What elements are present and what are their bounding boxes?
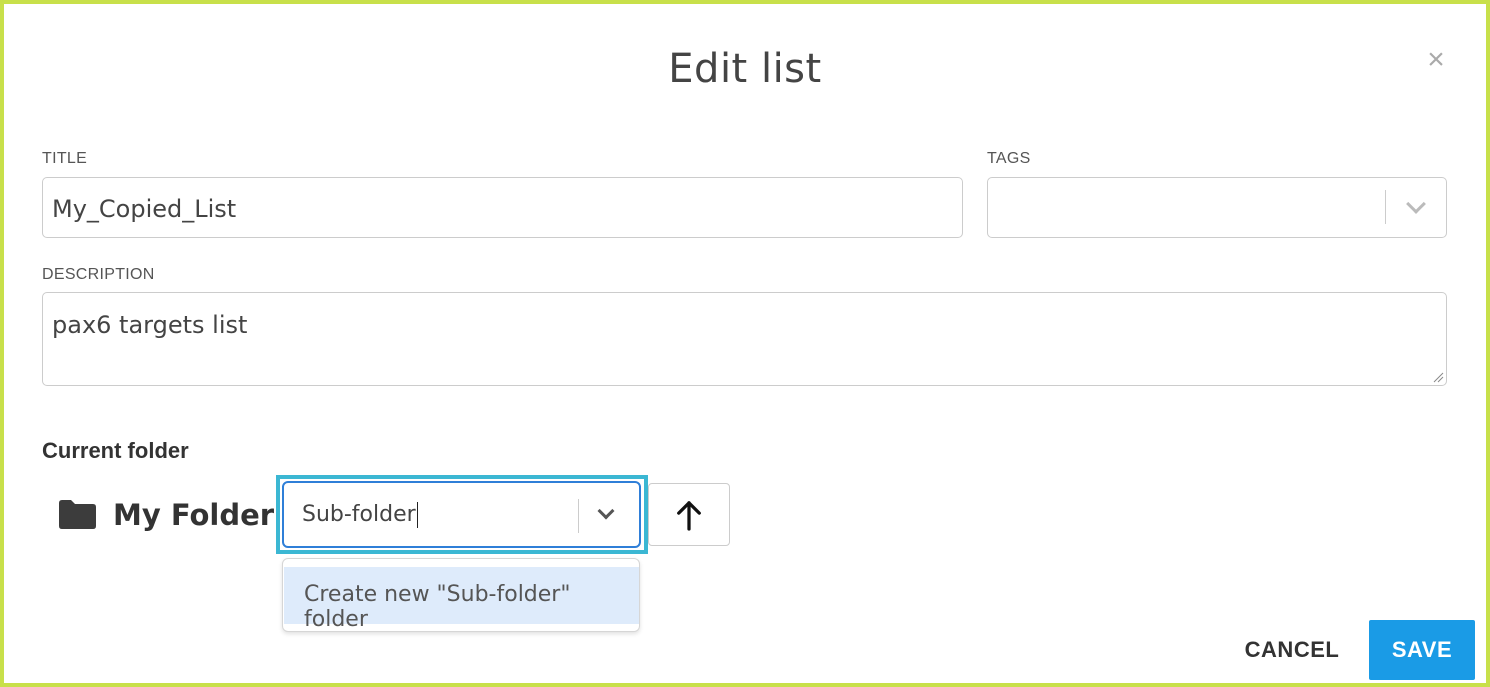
chevron-down-icon[interactable] — [1406, 194, 1426, 214]
folder-select-separator — [578, 499, 579, 533]
description-label: DESCRIPTION — [42, 266, 155, 283]
save-button[interactable]: SAVE — [1369, 620, 1475, 680]
chevron-down-icon[interactable] — [597, 502, 615, 520]
create-folder-option[interactable]: Create new "Sub-folder" folder — [284, 567, 639, 632]
folder-icon — [59, 500, 96, 529]
resize-handle-icon[interactable] — [1432, 371, 1444, 383]
cancel-button[interactable]: CANCEL — [1232, 620, 1352, 680]
arrow-up-icon — [677, 501, 701, 531]
folder-select-value: Sub-folder — [302, 502, 416, 527]
tags-label: TAGS — [987, 150, 1031, 167]
text-caret — [416, 502, 418, 528]
description-textarea[interactable]: pax6 targets list — [42, 292, 1447, 386]
folder-path: My Folder / — [113, 498, 295, 532]
tags-separator — [1385, 190, 1386, 224]
folder-select-input[interactable]: Sub-folder — [282, 481, 641, 548]
title-input[interactable]: My_Copied_List — [42, 177, 963, 238]
close-icon[interactable]: × — [1422, 45, 1450, 75]
title-label: TITLE — [42, 150, 88, 167]
create-folder-option-label: Create new "Sub-folder" folder — [304, 582, 571, 632]
title-input-value: My_Copied_List — [52, 195, 237, 223]
tags-select[interactable] — [987, 177, 1447, 238]
parent-folder-button[interactable] — [648, 483, 730, 546]
current-folder-heading: Current folder — [42, 438, 189, 463]
folder-dropdown-menu: Create new "Sub-folder" folder — [282, 558, 640, 632]
description-value: pax6 targets list — [52, 311, 248, 339]
folder-select-value-wrap: Sub-folder — [302, 502, 418, 528]
dialog-title: Edit list — [668, 46, 822, 92]
